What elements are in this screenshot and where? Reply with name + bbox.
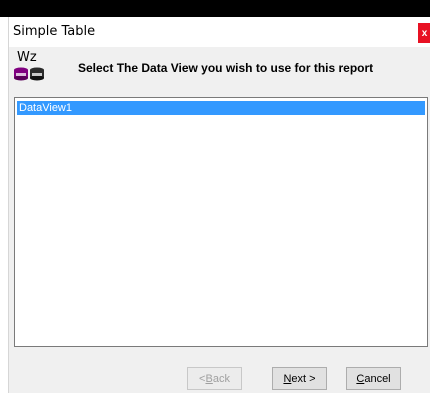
desktop-top-strip	[0, 0, 430, 17]
wizard-header: Wz Select The Data View you wish to use …	[9, 47, 430, 87]
wizard-instruction: Select The Data View you wish to use for…	[78, 61, 374, 75]
dark-database-icon	[30, 67, 44, 81]
cancel-button[interactable]: Cancel	[346, 367, 401, 390]
window-title: Simple Table	[13, 24, 96, 39]
title-bar: Simple Table x	[9, 17, 430, 47]
close-button[interactable]: x	[418, 23, 430, 43]
purple-database-icon	[14, 67, 28, 81]
simple-table-dialog: Simple Table x Wz Select The Data View y…	[8, 17, 430, 393]
list-item-dataview1[interactable]: DataView1	[17, 101, 425, 115]
wizard-database-icon: Wz	[13, 50, 49, 86]
dataview-list[interactable]: DataView1	[14, 97, 428, 347]
back-button[interactable]: < Back	[187, 367, 242, 390]
next-button[interactable]: Next >	[272, 367, 327, 390]
wizard-icon-letters: Wz	[17, 50, 37, 65]
close-icon: x	[421, 27, 428, 39]
